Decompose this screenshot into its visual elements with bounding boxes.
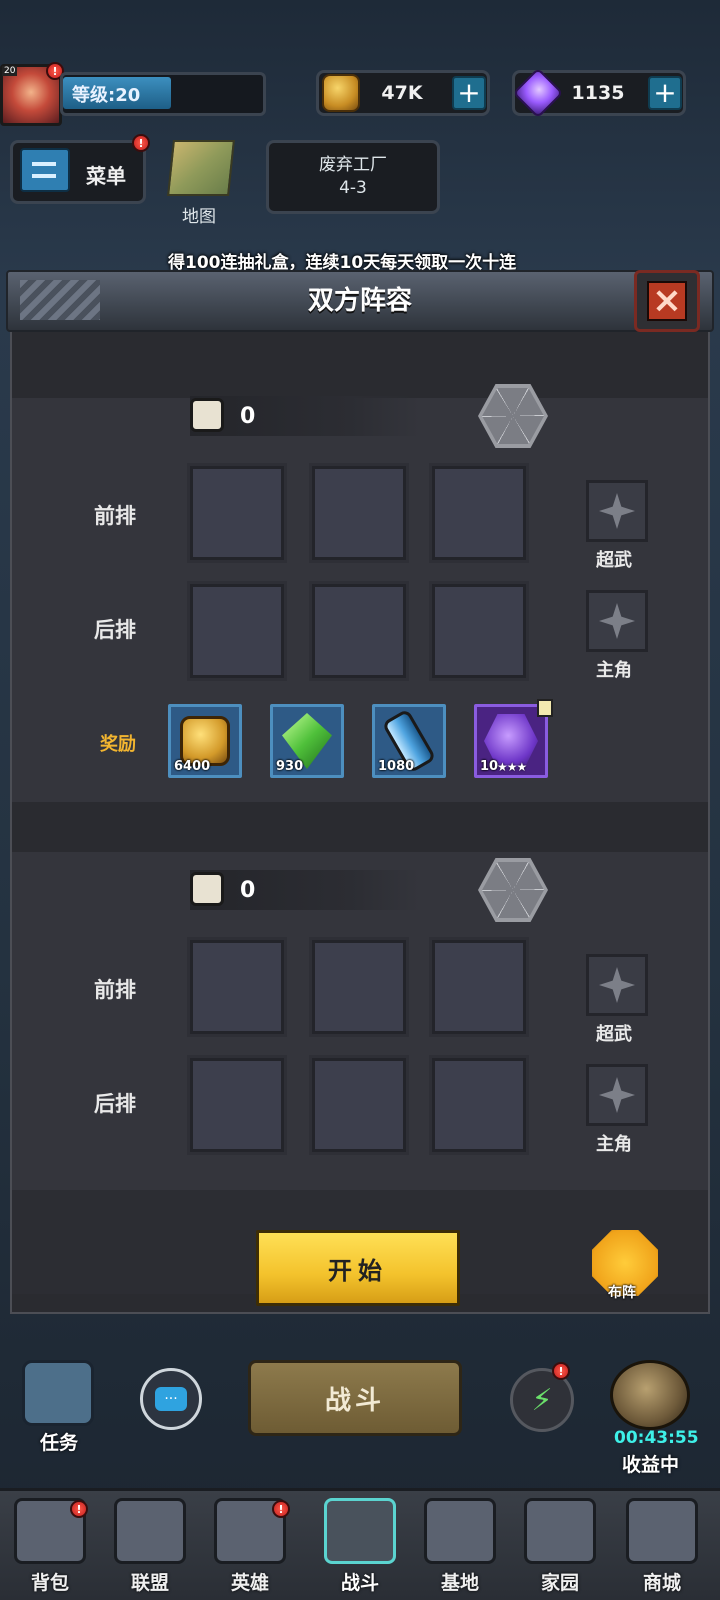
- power-fist-icon: [190, 872, 224, 906]
- team-1-back-slot-2[interactable]: [309, 581, 409, 681]
- team-1-back-slot-3[interactable]: [429, 581, 529, 681]
- star-slot-icon: [599, 603, 635, 639]
- nav-label: 英雄: [230, 1572, 269, 1594]
- reward-item-shard[interactable]: 10 ★★★: [474, 699, 553, 778]
- hero-alert-dot: !: [272, 1500, 290, 1518]
- formation-label: 布阵: [608, 1285, 636, 1301]
- reward-label: 奖励: [100, 734, 136, 755]
- team-1-back-slot-1[interactable]: [187, 581, 287, 681]
- team-2-protagonist-slot[interactable]: [586, 1064, 648, 1126]
- team-1-front-slot-3[interactable]: [429, 463, 529, 563]
- reward-count: 10: [480, 759, 499, 774]
- team-2-front-slot-3[interactable]: [429, 937, 529, 1037]
- team-1-front-slot-2[interactable]: [309, 463, 409, 563]
- power-fist-icon: [190, 398, 224, 432]
- battle-button[interactable]: 战斗: [248, 1360, 462, 1436]
- battle-icon: [324, 1498, 396, 1564]
- menu-icon: [20, 148, 70, 192]
- team-2-back-slot-1[interactable]: [187, 1055, 287, 1155]
- alliance-icon: [114, 1498, 186, 1564]
- nav-label: 战斗: [340, 1572, 379, 1594]
- nav-item-base[interactable]: 基地: [410, 1498, 510, 1598]
- dialog-title: 双方阵容: [307, 286, 412, 316]
- coin-value: 47K: [381, 82, 423, 104]
- stage-number: 4-3: [339, 178, 367, 198]
- income-helmet-icon[interactable]: [610, 1360, 690, 1430]
- team-1-power-bar: [190, 396, 420, 436]
- star-slot-icon: [599, 967, 635, 1003]
- add-coins-button[interactable]: +: [452, 76, 486, 110]
- star-rating: ★★★: [497, 760, 527, 774]
- nav-label: 商城: [642, 1572, 681, 1594]
- team-2-back-slot-2[interactable]: [309, 1055, 409, 1155]
- nav-item-alliance[interactable]: 联盟: [100, 1498, 200, 1598]
- document-tag-icon: [537, 699, 553, 717]
- task-label: 任务: [40, 1432, 79, 1454]
- income-timer: 00:43:55: [614, 1428, 699, 1448]
- start-label: 开始: [328, 1256, 388, 1285]
- team-2-power-bar: [190, 870, 420, 910]
- reward-item-vial[interactable]: 1080: [372, 704, 446, 778]
- close-icon: ×: [647, 281, 687, 321]
- map-icon[interactable]: [167, 140, 235, 196]
- nav-label: 基地: [440, 1572, 479, 1594]
- team-2-front-slot-2[interactable]: [309, 937, 409, 1037]
- team-1-protagonist-label: 主角: [596, 660, 632, 681]
- nav-label: 家园: [540, 1572, 579, 1594]
- reward-count: 930: [276, 759, 304, 774]
- star-slot-icon: [599, 1077, 635, 1113]
- gem-value: 1135: [571, 82, 625, 104]
- reward-count: 1080: [378, 759, 415, 774]
- reward-item-gold[interactable]: 6400: [168, 704, 242, 778]
- chat-button[interactable]: ···: [140, 1368, 202, 1430]
- nav-label: 联盟: [130, 1572, 169, 1594]
- add-gems-button[interactable]: +: [648, 76, 682, 110]
- battle-label: 战斗: [324, 1385, 385, 1416]
- base-icon: [424, 1498, 496, 1564]
- nav-item-shop[interactable]: 商城: [612, 1498, 712, 1598]
- team-1-protagonist-slot[interactable]: [586, 590, 648, 652]
- close-button[interactable]: ×: [634, 270, 700, 332]
- star-slot-icon: [599, 493, 635, 529]
- team-1-front-slot-1[interactable]: [187, 463, 287, 563]
- team-2-super-weapon-slot[interactable]: [586, 954, 648, 1016]
- team-2-front-row-label: 前排: [94, 978, 136, 1002]
- home-icon: [524, 1498, 596, 1564]
- team-2-protagonist-label: 主角: [596, 1134, 632, 1155]
- shop-icon: [626, 1498, 698, 1564]
- reward-count: 6400: [174, 759, 211, 774]
- income-status: 收益中: [622, 1454, 680, 1476]
- faction-hex-inner: [482, 388, 544, 444]
- team-2-power-value: 0: [240, 878, 256, 903]
- team-1-back-row-label: 后排: [94, 618, 136, 642]
- start-button[interactable]: 开始: [256, 1230, 460, 1306]
- nav-item-home[interactable]: 家园: [510, 1498, 610, 1598]
- map-label: 地图: [182, 207, 216, 227]
- task-icon[interactable]: [22, 1360, 94, 1426]
- menu-alert-dot: !: [132, 134, 150, 152]
- team-2-back-slot-3[interactable]: [429, 1055, 529, 1155]
- team-2-front-slot-1[interactable]: [187, 937, 287, 1037]
- faction-hex-inner: [482, 862, 544, 918]
- nav-label: 背包: [30, 1572, 69, 1594]
- avatar-level-badge: 20: [2, 66, 18, 76]
- team-2-super-weapon-label: 超武: [596, 1024, 632, 1045]
- team-1-super-weapon-label: 超武: [596, 550, 632, 571]
- menu-label: 菜单: [86, 164, 126, 188]
- team-1-power-value: 0: [240, 404, 256, 429]
- team-1-super-weapon-slot[interactable]: [586, 480, 648, 542]
- level-label: 等级:20: [72, 85, 141, 106]
- nav-item-battle[interactable]: 战斗: [310, 1498, 410, 1598]
- coin-icon: [322, 74, 360, 112]
- reward-item-crystal[interactable]: 930: [270, 704, 344, 778]
- lightning-alert-dot: !: [552, 1362, 570, 1380]
- team-2-back-row-label: 后排: [94, 1092, 136, 1116]
- stage-name: 废弃工厂: [319, 155, 387, 175]
- team-1-front-row-label: 前排: [94, 504, 136, 528]
- backpack-alert-dot: !: [70, 1500, 88, 1518]
- chat-bubble-icon: ···: [155, 1387, 187, 1411]
